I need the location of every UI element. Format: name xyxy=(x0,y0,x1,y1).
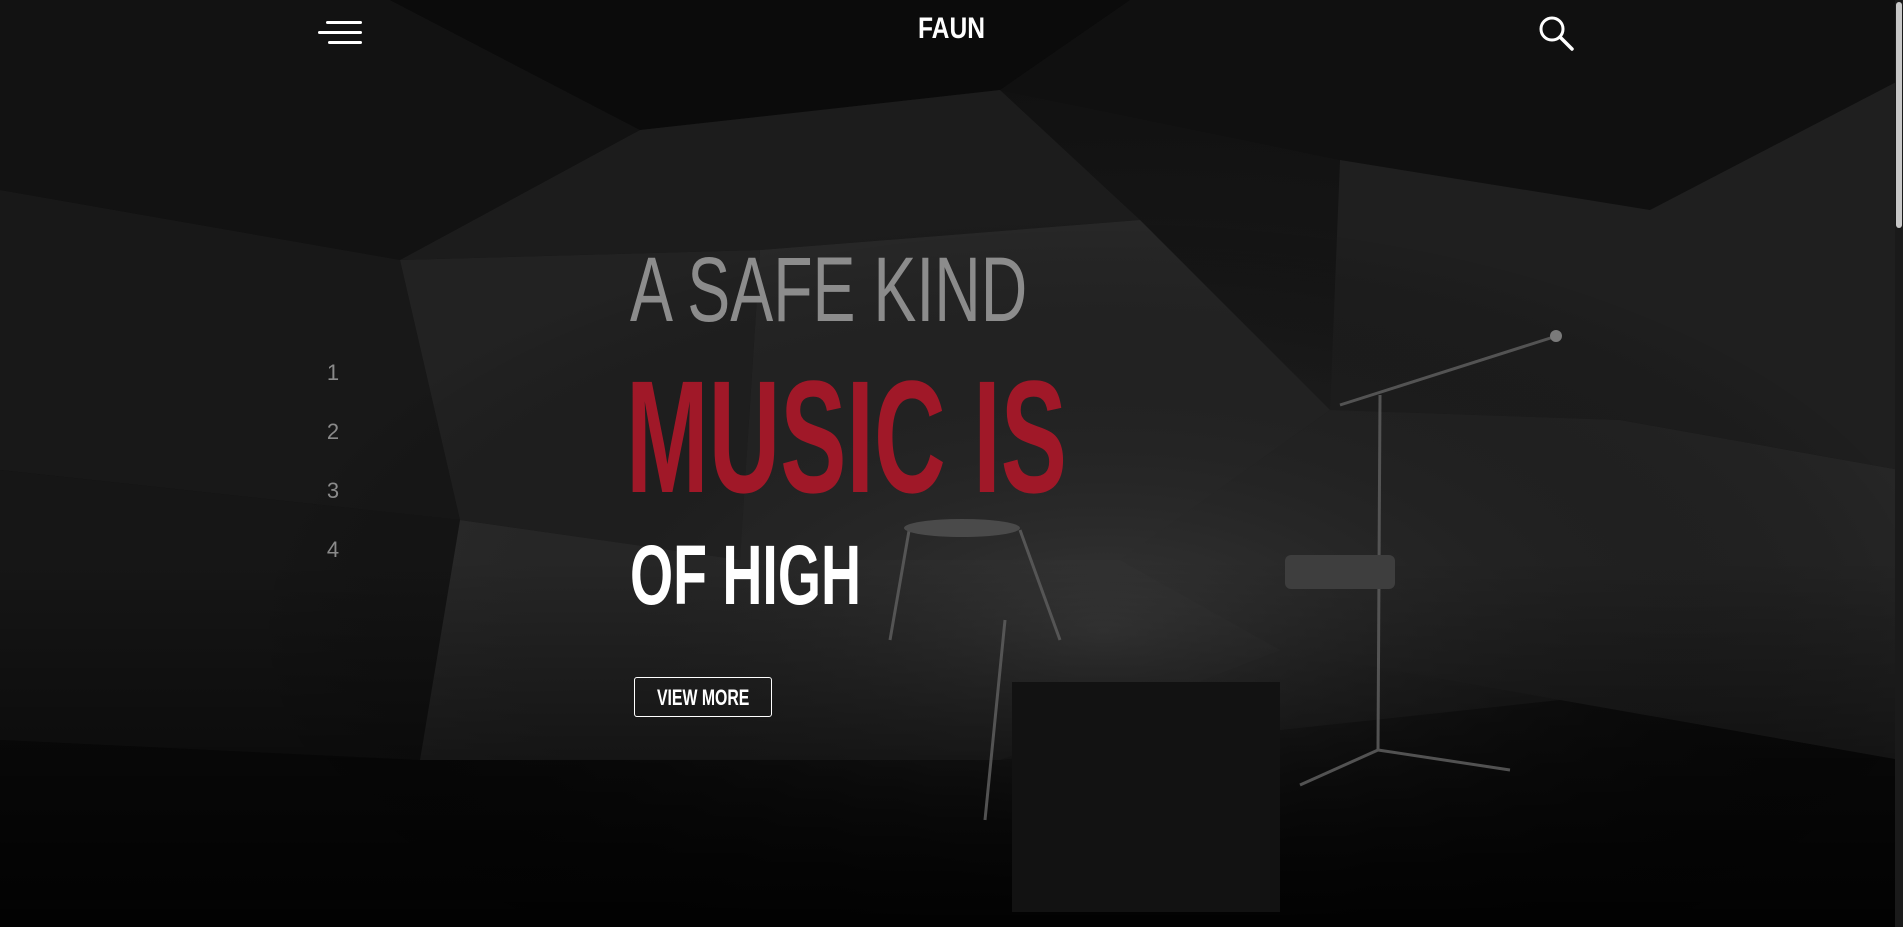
pager-item[interactable]: 4 xyxy=(318,535,348,594)
view-more-label: VIEW MORE xyxy=(656,685,750,710)
slide-pager: 1 2 3 4 xyxy=(318,358,348,594)
search-button[interactable] xyxy=(1536,13,1576,53)
headline-line-1: A SAFE KIND xyxy=(630,239,1028,341)
headline-line-2: MUSIC IS xyxy=(626,347,1067,526)
pager-item[interactable]: 1 xyxy=(318,358,348,417)
search-icon xyxy=(1539,16,1574,51)
pager-item[interactable]: 3 xyxy=(318,476,348,535)
speaker-monitor xyxy=(1012,682,1280,912)
hero-page: FAUN 1 2 3 4 A SAFE KIND MUSIC IS OF HIG… xyxy=(0,0,1903,927)
scrollbar-thumb[interactable] xyxy=(1896,2,1902,228)
page-scrollbar[interactable] xyxy=(1895,0,1903,927)
pager-item[interactable]: 2 xyxy=(318,417,348,476)
view-more-button[interactable]: VIEW MORE xyxy=(634,677,772,717)
brand-link[interactable]: FAUN xyxy=(918,12,985,45)
menu-button[interactable] xyxy=(318,18,366,48)
amplifier xyxy=(1285,555,1395,589)
headline-line-3: OF HIGH xyxy=(630,528,861,622)
